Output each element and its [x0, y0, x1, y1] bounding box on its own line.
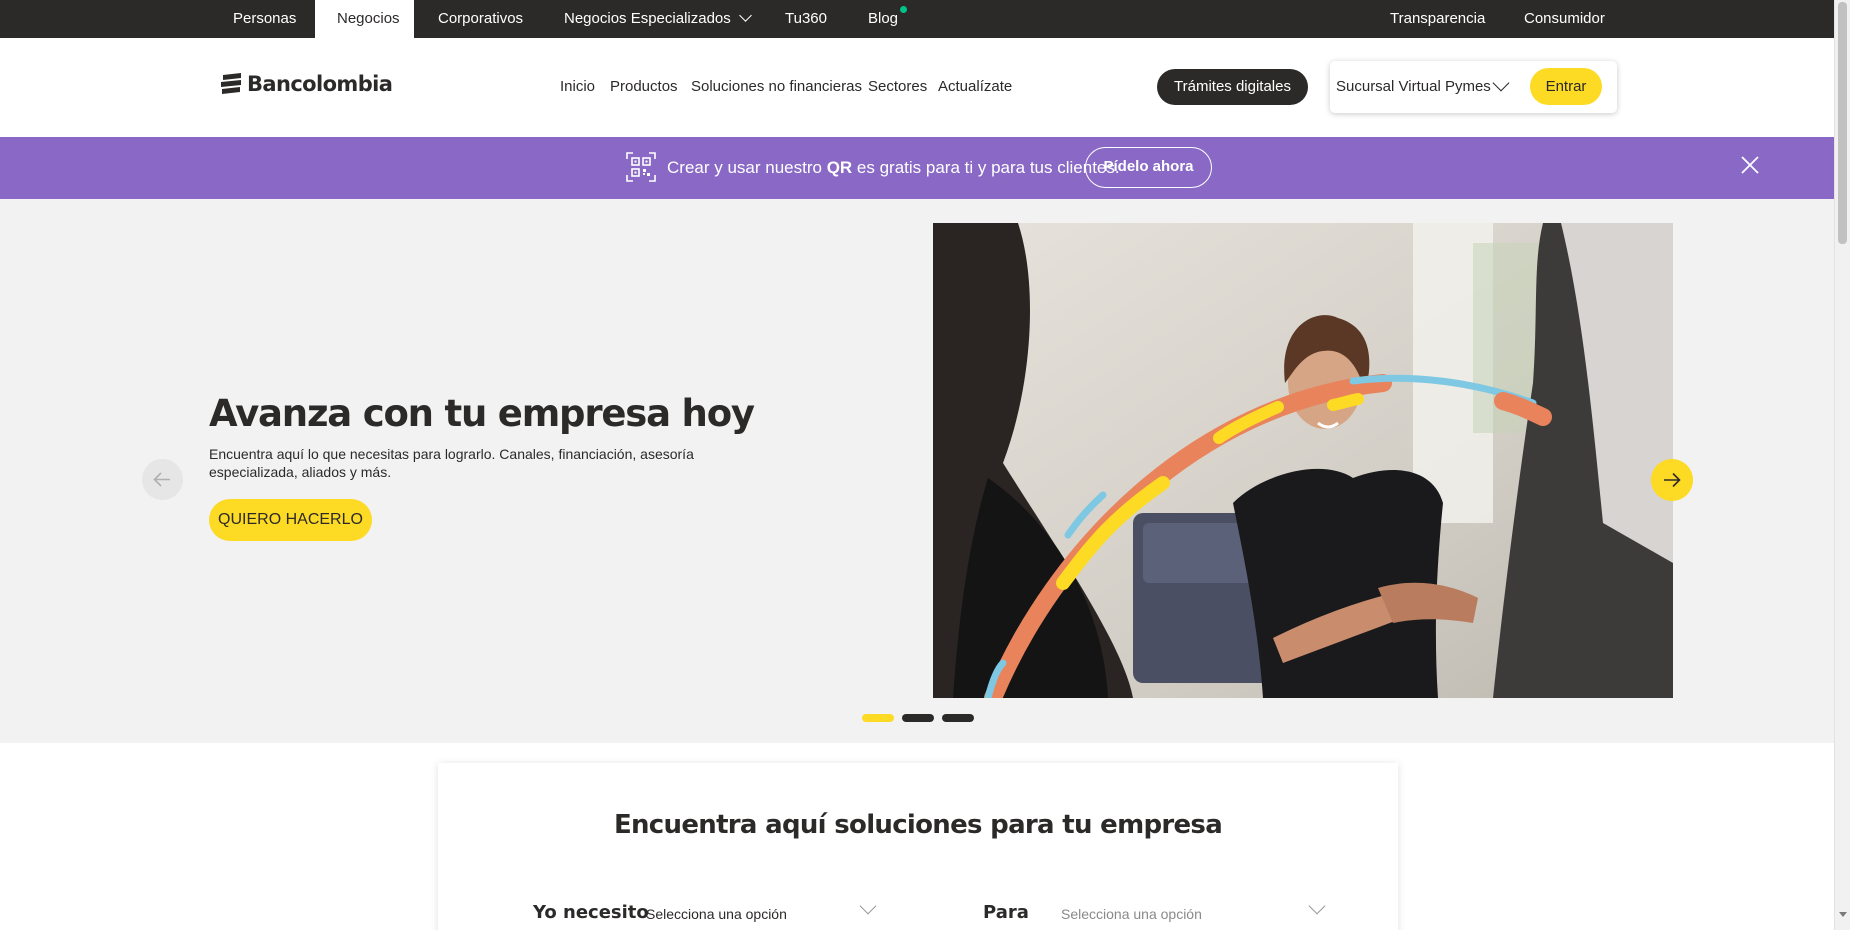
nav-item-productos[interactable]: Productos — [610, 78, 678, 95]
chevron-down-icon[interactable] — [1308, 897, 1326, 915]
carousel-dot-3[interactable] — [942, 714, 974, 722]
nav-item-sectores[interactable]: Sectores — [868, 78, 927, 95]
link-consumidor[interactable]: Consumidor — [1502, 0, 1627, 38]
link-transparencia[interactable]: Transparencia — [1368, 0, 1507, 38]
scroll-down-arrow-icon[interactable] — [1839, 912, 1847, 917]
segment-tab-negocios[interactable]: Negocios — [315, 0, 414, 38]
quiero-hacerlo-button[interactable]: QUIERO HACERLO — [209, 499, 372, 541]
hero-carousel: Avanza con tu empresa hoy Encuentra aquí… — [0, 199, 1834, 743]
tramites-digitales-button[interactable]: Trámites digitales — [1157, 69, 1308, 105]
logo-mark-icon — [221, 73, 241, 94]
promo-text: Crear y usar nuestro QR es gratis para t… — [667, 158, 1120, 178]
pidelo-ahora-button[interactable]: Pídelo ahora — [1085, 147, 1212, 188]
bancolombia-logo[interactable]: Bancolombia — [219, 72, 393, 96]
page-scrollbar[interactable] — [1834, 0, 1850, 930]
hero-image — [933, 223, 1673, 698]
link-label: Consumidor — [1524, 10, 1605, 27]
close-icon[interactable] — [1741, 156, 1759, 174]
chevron-down-icon[interactable] — [859, 897, 877, 915]
nav-item-inicio[interactable]: Inicio — [560, 78, 595, 95]
for-field-label: Para — [983, 902, 1029, 923]
link-label: Transparencia — [1390, 10, 1486, 27]
segment-nav-bar: Personas Negocios Corporativos Negocios … — [0, 0, 1834, 38]
scrollbar-thumb[interactable] — [1838, 2, 1847, 244]
segment-tab-blog[interactable]: Blog — [846, 0, 927, 38]
segment-tab-tu360[interactable]: Tu360 — [763, 0, 849, 38]
nav-item-soluciones-no-financieras[interactable]: Soluciones no financieras — [691, 78, 862, 95]
hero-description: Encuentra aquí lo que necesitas para log… — [209, 446, 694, 480]
need-field-label: Yo necesito — [533, 902, 649, 923]
hero-photo-illustration — [933, 223, 1673, 698]
segment-tab-corporativos[interactable]: Corporativos — [416, 0, 545, 38]
qr-promo-banner: Crear y usar nuestro QR es gratis para t… — [0, 137, 1834, 199]
solutions-title: Encuentra aquí soluciones para tu empres… — [613, 810, 1223, 840]
promo-text-before: Crear y usar nuestro — [667, 158, 827, 177]
segment-tab-label: Negocios — [337, 10, 400, 27]
chevron-down-icon[interactable] — [1492, 74, 1510, 92]
qr-code-icon — [626, 152, 656, 182]
segment-tab-negocios-especializados[interactable]: Negocios Especializados — [542, 0, 772, 38]
need-select[interactable]: Selecciona una opción — [646, 906, 787, 922]
promo-text-bold: QR — [826, 158, 853, 177]
promo-text-after: es gratis para ti y para tus clientes. — [852, 158, 1120, 177]
carousel-dot-2[interactable] — [902, 714, 934, 722]
main-header: Bancolombia Inicio Productos Soluciones … — [0, 38, 1834, 137]
segment-tab-label: Personas — [233, 10, 297, 27]
carousel-dot-1[interactable] — [862, 714, 894, 722]
nav-item-actualizate[interactable]: Actualízate — [938, 78, 1012, 95]
entrar-button[interactable]: Entrar — [1530, 68, 1602, 105]
segment-tab-label: Tu360 — [785, 10, 827, 27]
segment-tab-label: Negocios Especializados — [564, 10, 731, 27]
segment-tab-label: Corporativos — [438, 10, 524, 27]
arrow-left-icon[interactable] — [142, 459, 183, 500]
hero-title: Avanza con tu empresa hoy — [209, 392, 755, 435]
segment-tab-personas[interactable]: Personas — [211, 0, 318, 38]
solutions-finder-card: Encuentra aquí soluciones para tu empres… — [438, 763, 1398, 930]
for-select[interactable]: Selecciona una opción — [1061, 906, 1202, 922]
segment-tab-label: Blog — [868, 10, 899, 27]
arrow-right-icon[interactable] — [1651, 459, 1693, 501]
notification-dot-icon — [900, 6, 908, 13]
chevron-down-icon — [738, 9, 752, 22]
logo-text: Bancolombia — [247, 72, 393, 96]
sucursal-select-label[interactable]: Sucursal Virtual Pymes — [1336, 78, 1491, 95]
sucursal-virtual-box: Sucursal Virtual Pymes Entrar — [1330, 61, 1617, 113]
